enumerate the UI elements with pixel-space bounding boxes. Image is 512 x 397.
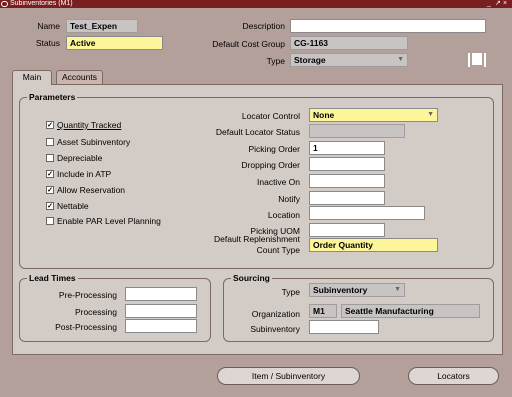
chevron-down-icon: ▼ [397, 56, 404, 63]
description-label: Description [242, 21, 285, 31]
maximize-icon[interactable]: ↗ [495, 0, 501, 8]
dropping-order-field[interactable] [309, 157, 385, 171]
post-processing-field[interactable] [125, 319, 197, 333]
sourcing-type-select[interactable]: Subinventory ▼ [309, 283, 405, 297]
description-field[interactable] [290, 19, 486, 33]
locator-control-label: Locator Control [241, 111, 300, 121]
item-subinventory-button[interactable]: Item / Subinventory [217, 367, 360, 385]
notify-field[interactable] [309, 191, 385, 205]
pre-processing-field[interactable] [125, 287, 197, 301]
checkbox-check-icon: ✓ [46, 186, 54, 194]
enable-par-level-planning-checkbox[interactable]: Enable PAR Level Planning [46, 215, 161, 227]
checkbox-check-icon: ✓ [46, 121, 54, 129]
location-label: Location [267, 210, 300, 220]
checkbox-check-icon: ✓ [46, 170, 54, 178]
chevron-down-icon: ▼ [394, 286, 401, 293]
allow-reservation-checkbox[interactable]: ✓ Allow Reservation [46, 184, 125, 196]
status-field[interactable]: Active [66, 36, 163, 50]
processing-label: Processing [74, 307, 117, 317]
sourcing-subinventory-field[interactable] [309, 320, 379, 334]
sourcing-title: Sourcing [231, 273, 272, 283]
main-tab-panel: Parameters ✓ Quantity Tracked Asset Subin… [12, 84, 503, 355]
organization-name-field[interactable]: Seattle Manufacturing [341, 304, 480, 318]
picking-order-field[interactable]: 1 [309, 141, 385, 155]
include-in-atp-checkbox[interactable]: ✓ Include in ATP [46, 168, 111, 180]
locator-control-select[interactable]: None ▼ [309, 108, 438, 122]
location-field[interactable] [309, 206, 425, 220]
minimize-icon[interactable]: _ [487, 0, 491, 8]
tab-main[interactable]: Main [12, 70, 52, 85]
picking-order-label: Picking Order [248, 144, 301, 154]
chevron-down-icon: ▼ [427, 111, 434, 118]
pre-processing-label: Pre-Processing [58, 290, 117, 300]
post-processing-label: Post-Processing [55, 322, 117, 332]
dropping-order-label: Dropping Order [241, 160, 300, 170]
name-field[interactable]: Test_Expen [66, 19, 138, 33]
default-replenishment-label: Default Replenishment [214, 234, 300, 244]
default-cost-group-field[interactable]: CG-1163 [290, 36, 408, 50]
sourcing-subinventory-label: Subinventory [250, 324, 300, 334]
parameters-title: Parameters [27, 92, 78, 102]
locators-button[interactable]: Locators [408, 367, 499, 385]
processing-field[interactable] [125, 304, 197, 318]
depreciable-checkbox[interactable]: Depreciable [46, 152, 102, 164]
picking-uom-field[interactable] [309, 223, 385, 237]
default-replenishment-count-type-field[interactable]: Order Quantity [309, 238, 438, 252]
count-type-label: Count Type [256, 245, 300, 255]
quantity-tracked-checkbox[interactable]: ✓ Quantity Tracked [46, 119, 121, 131]
notify-label: Notify [278, 194, 300, 204]
window-title: Subinventories (M1) [10, 0, 73, 7]
inactive-on-label: Inactive On [257, 177, 300, 187]
status-label: Status [35, 38, 60, 48]
oracle-logo-icon [1, 1, 8, 7]
type-select-value: Storage [294, 55, 326, 65]
type-select[interactable]: Storage ▼ [290, 53, 408, 67]
sourcing-type-label: Type [281, 287, 300, 297]
default-cost-group-label: Default Cost Group [212, 39, 285, 49]
default-locator-status-field[interactable] [309, 124, 405, 138]
tab-accounts[interactable]: Accounts [56, 70, 103, 84]
folder-toggle-icon[interactable] [468, 53, 486, 67]
organization-code-field[interactable]: M1 [309, 304, 337, 318]
inactive-on-field[interactable] [309, 174, 385, 188]
default-locator-status-label: Default Locator Status [215, 127, 300, 137]
asset-subinventory-checkbox[interactable]: Asset Subinventory [46, 136, 130, 148]
close-icon[interactable]: × [503, 0, 507, 8]
checkbox-check-icon: ✓ [46, 202, 54, 210]
name-label: Name [37, 21, 60, 31]
lead-times-title: Lead Times [27, 273, 78, 283]
type-label: Type [266, 56, 285, 66]
window-title-bar: Subinventories (M1) _ ↗ × [0, 0, 512, 8]
organization-label: Organization [251, 309, 300, 319]
nettable-checkbox[interactable]: ✓ Nettable [46, 200, 89, 212]
